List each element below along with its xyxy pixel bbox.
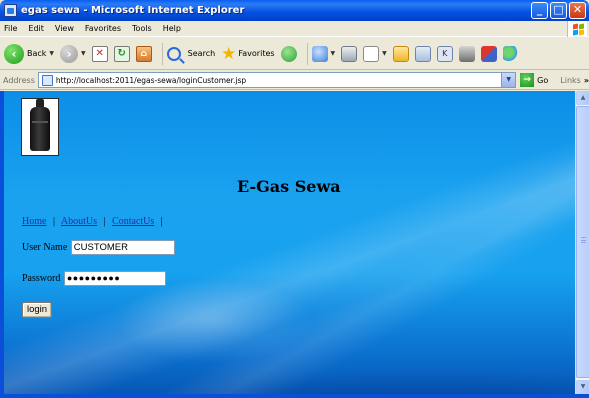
stop-icon: ✕ bbox=[91, 45, 108, 62]
window-title: egas sewa - Microsoft Internet Explorer bbox=[21, 5, 245, 16]
nav-contactus-link[interactable]: ContactUs bbox=[112, 216, 154, 227]
gas-cylinder-logo bbox=[21, 98, 59, 156]
scroll-up-icon[interactable]: ▲ bbox=[576, 91, 589, 105]
print-button[interactable] bbox=[341, 45, 358, 62]
address-label: Address bbox=[3, 75, 35, 85]
search-button[interactable]: Search bbox=[166, 46, 216, 61]
maximize-button[interactable]: □ bbox=[550, 2, 567, 19]
tools-button[interactable] bbox=[458, 45, 475, 62]
star-icon: ★ bbox=[221, 43, 237, 64]
nav-separator: | bbox=[103, 216, 106, 227]
window-controls: _ □ ✕ bbox=[531, 2, 586, 19]
forward-arrow-icon: › bbox=[60, 44, 79, 63]
password-input[interactable]: ●●●●●●●●● bbox=[63, 271, 166, 286]
search-label: Search bbox=[187, 49, 216, 58]
username-row: User Name CUSTOMER bbox=[22, 240, 175, 255]
history-button[interactable] bbox=[280, 45, 297, 62]
chevron-down-icon[interactable]: ▼ bbox=[49, 50, 54, 57]
folder-button[interactable] bbox=[392, 45, 409, 62]
research-button[interactable] bbox=[414, 45, 431, 62]
go-button[interactable]: → Go bbox=[520, 73, 548, 87]
gas-cylinder-icon bbox=[30, 99, 50, 151]
login-button[interactable]: login bbox=[22, 302, 53, 318]
menu-edit[interactable]: Edit bbox=[28, 24, 44, 33]
menu-help[interactable]: Help bbox=[163, 24, 181, 33]
mail-button[interactable]: ▼ bbox=[311, 45, 336, 62]
back-label: Back bbox=[27, 49, 47, 58]
home-button[interactable]: ⌂ bbox=[135, 45, 152, 62]
back-arrow-icon: ‹ bbox=[4, 43, 24, 64]
chevron-down-icon[interactable]: ▼ bbox=[501, 73, 516, 87]
menu-favorites[interactable]: Favorites bbox=[85, 24, 121, 33]
ie-page-icon bbox=[4, 4, 17, 17]
vertical-scrollbar[interactable]: ▲ ▼ bbox=[575, 91, 589, 394]
chevron-down-icon[interactable]: ▼ bbox=[81, 50, 86, 57]
window-frame-bottom bbox=[0, 394, 589, 398]
password-row: Password ●●●●●●●●● bbox=[22, 271, 166, 286]
favorites-button[interactable]: ★ Favorites bbox=[221, 43, 275, 64]
menu-bar: File Edit View Favorites Tools Help bbox=[0, 21, 589, 37]
refresh-icon: ↻ bbox=[113, 45, 130, 62]
flag-button[interactable] bbox=[480, 45, 497, 62]
stop-button[interactable]: ✕ bbox=[91, 45, 108, 62]
search-icon bbox=[166, 46, 181, 61]
favorites-label: Favorites bbox=[238, 49, 275, 58]
title-bar[interactable]: egas sewa - Microsoft Internet Explorer … bbox=[0, 0, 589, 21]
page-icon bbox=[41, 74, 53, 86]
back-button[interactable]: ‹ Back ▼ bbox=[4, 43, 54, 64]
k-icon: K bbox=[436, 45, 453, 62]
go-label: Go bbox=[537, 75, 549, 85]
password-label: Password bbox=[22, 272, 61, 284]
nav-separator: | bbox=[160, 216, 163, 227]
edit-button[interactable]: ▼ bbox=[363, 45, 387, 62]
tools-icon bbox=[458, 45, 475, 62]
printer-icon bbox=[341, 45, 358, 62]
windows-logo-icon bbox=[567, 21, 587, 37]
toolbar-separator bbox=[306, 42, 308, 65]
page-title: E-Gas Sewa bbox=[237, 177, 341, 196]
chevron-right-icon[interactable]: » bbox=[584, 76, 589, 85]
menu-view[interactable]: View bbox=[55, 24, 74, 33]
menu-file[interactable]: File bbox=[4, 24, 17, 33]
messenger-k-button[interactable]: K bbox=[436, 45, 453, 62]
go-arrow-icon: → bbox=[520, 73, 535, 87]
chevron-down-icon[interactable]: ▼ bbox=[331, 50, 336, 57]
links-button[interactable]: Links bbox=[560, 76, 581, 85]
close-button[interactable]: ✕ bbox=[569, 2, 586, 19]
history-icon bbox=[280, 45, 297, 62]
address-bar: Address http://localhost:2011/egas-sewa/… bbox=[0, 71, 589, 90]
mail-icon bbox=[311, 45, 328, 62]
menu-tools[interactable]: Tools bbox=[132, 24, 152, 33]
scrollbar-thumb[interactable] bbox=[576, 106, 589, 378]
address-input[interactable]: http://localhost:2011/egas-sewa/loginCus… bbox=[37, 72, 517, 88]
chevron-down-icon[interactable]: ▼ bbox=[382, 50, 387, 57]
toolbar-separator bbox=[161, 42, 163, 65]
messenger-icon bbox=[502, 45, 519, 62]
home-icon: ⌂ bbox=[135, 45, 152, 62]
standard-toolbar: ‹ Back ▼ › ▼ ✕ ↻ ⌂ Search ★ Favorites ▼ … bbox=[0, 38, 589, 70]
edit-page-icon bbox=[363, 45, 380, 62]
research-icon bbox=[414, 45, 431, 62]
address-url: http://localhost:2011/egas-sewa/loginCus… bbox=[55, 75, 247, 85]
forward-button[interactable]: › ▼ bbox=[60, 44, 86, 63]
flag-icon bbox=[480, 45, 497, 62]
folder-icon bbox=[392, 45, 409, 62]
nav-separator: | bbox=[52, 216, 55, 227]
messenger-button[interactable] bbox=[502, 45, 519, 62]
username-label: User Name bbox=[22, 241, 68, 253]
grip-icon bbox=[581, 237, 586, 243]
scroll-down-icon[interactable]: ▼ bbox=[576, 380, 589, 394]
page-content: E-Gas Sewa Home | AboutUs | ContactUs | … bbox=[4, 91, 575, 394]
nav-home-link[interactable]: Home bbox=[22, 216, 46, 227]
nav-aboutus-link[interactable]: AboutUs bbox=[61, 216, 97, 227]
nav-links: Home | AboutUs | ContactUs | bbox=[22, 216, 167, 227]
username-input[interactable]: CUSTOMER bbox=[70, 240, 175, 255]
refresh-button[interactable]: ↻ bbox=[113, 45, 130, 62]
minimize-button[interactable]: _ bbox=[531, 2, 548, 19]
